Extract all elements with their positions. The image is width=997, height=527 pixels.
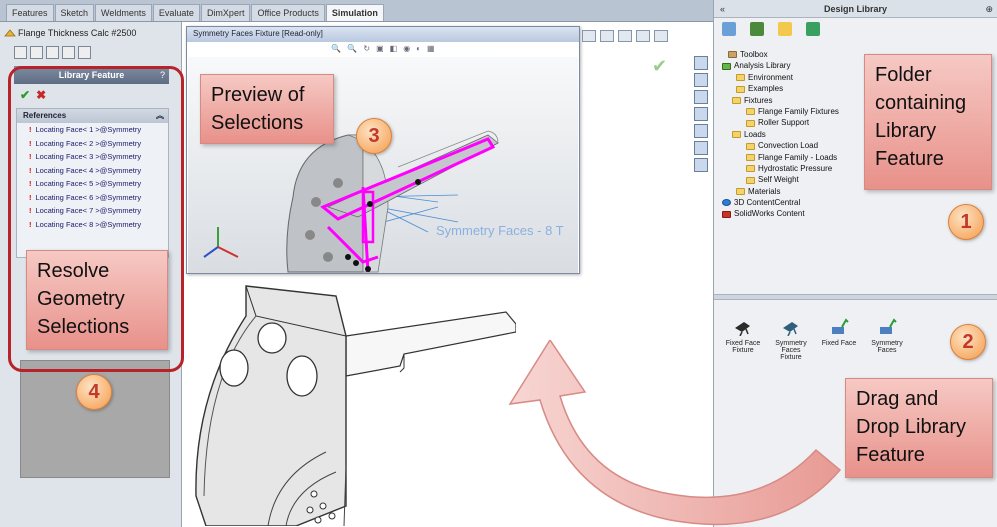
tab-dimxpert[interactable]: DimXpert bbox=[200, 4, 251, 21]
folder-icon bbox=[746, 108, 755, 116]
panel-tabs bbox=[0, 44, 181, 62]
file-explorer-icon[interactable] bbox=[694, 90, 708, 104]
add-to-library-icon[interactable] bbox=[750, 22, 764, 36]
globe-icon bbox=[722, 199, 731, 207]
symmetry-faces-icon bbox=[880, 318, 897, 334]
panel-title: Flange Thickness Calc #2500 bbox=[0, 22, 181, 44]
view-palette-icon[interactable] bbox=[694, 124, 708, 138]
fixture-icon bbox=[735, 322, 750, 336]
folder-icon bbox=[736, 188, 745, 196]
confirm-check-icon[interactable]: ✔ bbox=[652, 56, 667, 77]
symmetry-fixture-icon bbox=[783, 322, 798, 336]
cascade-icon[interactable] bbox=[600, 30, 614, 42]
step-number-2: 2 bbox=[950, 324, 986, 360]
close-window-icon[interactable] bbox=[654, 30, 668, 42]
feature-manager-tab-icon[interactable] bbox=[14, 46, 27, 59]
tab-simulation[interactable]: Simulation bbox=[325, 4, 384, 21]
tree-item-flange-family-fixtures[interactable]: Flange Family Fixtures bbox=[718, 107, 878, 118]
tab-features[interactable]: Features bbox=[6, 4, 54, 21]
scene-icon[interactable]: ▦ bbox=[427, 44, 435, 56]
tree-item-3d-contentcentral[interactable]: 3D ContentCentral bbox=[718, 198, 878, 209]
part-icon bbox=[4, 28, 16, 40]
resources-icon[interactable] bbox=[694, 56, 708, 70]
tab-evaluate[interactable]: Evaluate bbox=[152, 4, 200, 21]
panel-splitter[interactable] bbox=[714, 294, 997, 300]
tree-item-analysis-library[interactable]: Analysis Library bbox=[718, 61, 878, 72]
design-library-toolbar bbox=[714, 18, 997, 42]
tree-item-materials[interactable]: Materials bbox=[718, 187, 878, 198]
preview-title: Symmetry Faces Fixture [Read-only] bbox=[187, 27, 579, 42]
hide-show-icon[interactable]: ◉ bbox=[403, 44, 410, 56]
pin-icon[interactable]: ⊕ bbox=[985, 0, 993, 18]
panel-title-text: Flange Thickness Calc #2500 bbox=[18, 28, 137, 38]
folder-icon bbox=[746, 165, 755, 173]
folder-icon bbox=[736, 74, 745, 82]
display-manager-tab-icon[interactable] bbox=[78, 46, 91, 59]
tree-item-loads[interactable]: Loads bbox=[718, 130, 878, 141]
design-library-header: « Design Library ⊕ bbox=[714, 0, 997, 18]
step-number-3: 3 bbox=[356, 118, 392, 154]
step-number-4: 4 bbox=[76, 374, 112, 410]
collapse-panel-icon[interactable]: « bbox=[720, 0, 725, 18]
configuration-manager-tab-icon[interactable] bbox=[46, 46, 59, 59]
fixed-face-icon bbox=[832, 318, 849, 334]
appearances-icon[interactable] bbox=[694, 141, 708, 155]
folder-icon bbox=[736, 85, 745, 93]
tab-sketch[interactable]: Sketch bbox=[54, 4, 95, 21]
model-feature-label: Symmetry Faces - 8 T bbox=[436, 223, 564, 238]
analysis-library-icon bbox=[722, 62, 731, 70]
folder-icon bbox=[732, 131, 741, 139]
tab-weldments[interactable]: Weldments bbox=[95, 4, 152, 21]
tree-item-environment[interactable]: Environment bbox=[718, 73, 878, 84]
rotate-icon[interactable]: ↻ bbox=[363, 44, 370, 56]
tree-item-roller-support[interactable]: Roller Support bbox=[718, 118, 878, 129]
tree-item-fixtures[interactable]: Fixtures bbox=[718, 96, 878, 107]
zoom-area-icon[interactable]: 🔍 bbox=[347, 44, 357, 56]
preview-toolbar: 🔍 🔍 ↻ ▣ ◧ ◉ ◐ ▦ bbox=[187, 42, 579, 56]
zoom-fit-icon[interactable]: 🔍 bbox=[331, 44, 341, 56]
callout-folder: Folder containing Library Feature bbox=[864, 54, 992, 190]
view-orientation-icon[interactable]: ▣ bbox=[376, 44, 384, 56]
folder-icon bbox=[732, 96, 741, 104]
design-library-tab-icon[interactable] bbox=[694, 73, 708, 87]
model-view[interactable] bbox=[186, 276, 516, 526]
folder-icon bbox=[746, 153, 755, 161]
tree-item-examples[interactable]: Examples bbox=[718, 84, 878, 95]
task-pane-tabs bbox=[694, 56, 710, 175]
search-icon[interactable] bbox=[694, 107, 708, 121]
drag-arrow bbox=[508, 340, 842, 526]
tree-item-toolbox[interactable]: Toolbox bbox=[718, 50, 878, 61]
callout-preview: Preview of Selections bbox=[200, 74, 334, 144]
folder-icon bbox=[746, 176, 755, 184]
tree-item-self-weight[interactable]: Self Weight bbox=[718, 175, 878, 186]
appearance-icon[interactable]: ◐ bbox=[416, 44, 421, 56]
command-manager-tabs: Features Sketch Weldments Evaluate DimXp… bbox=[0, 0, 713, 22]
back-icon[interactable] bbox=[722, 22, 736, 36]
display-style-icon[interactable]: ◧ bbox=[390, 44, 398, 56]
tile-icon[interactable] bbox=[582, 30, 596, 42]
dimxpert-manager-tab-icon[interactable] bbox=[62, 46, 75, 59]
minimize-icon[interactable] bbox=[618, 30, 632, 42]
restore-icon[interactable] bbox=[636, 30, 650, 42]
design-library-title: Design Library bbox=[823, 4, 888, 14]
tree-item-flange-family-loads[interactable]: Flange Family - Loads bbox=[718, 153, 878, 164]
folder-icon bbox=[746, 119, 755, 127]
refresh-icon[interactable] bbox=[806, 22, 820, 36]
solidworks-content-icon bbox=[722, 210, 731, 218]
folder-icon bbox=[746, 142, 755, 150]
toolbox-icon bbox=[728, 51, 737, 59]
window-controls bbox=[582, 30, 668, 42]
tree-item-solidworks-content[interactable]: SolidWorks Content bbox=[718, 209, 878, 220]
callout-resolve: Resolve Geometry Selections bbox=[26, 250, 168, 350]
step-number-1: 1 bbox=[948, 204, 984, 240]
tab-office-products[interactable]: Office Products bbox=[251, 4, 325, 21]
tree-item-convection-load[interactable]: Convection Load bbox=[718, 141, 878, 152]
add-folder-icon[interactable] bbox=[778, 22, 792, 36]
tree-item-hydrostatic-pressure[interactable]: Hydrostatic Pressure bbox=[718, 164, 878, 175]
custom-properties-icon[interactable] bbox=[694, 158, 708, 172]
library-tree: Toolbox Analysis Library Environment Exa… bbox=[718, 50, 878, 221]
property-manager-tab-icon[interactable] bbox=[30, 46, 43, 59]
